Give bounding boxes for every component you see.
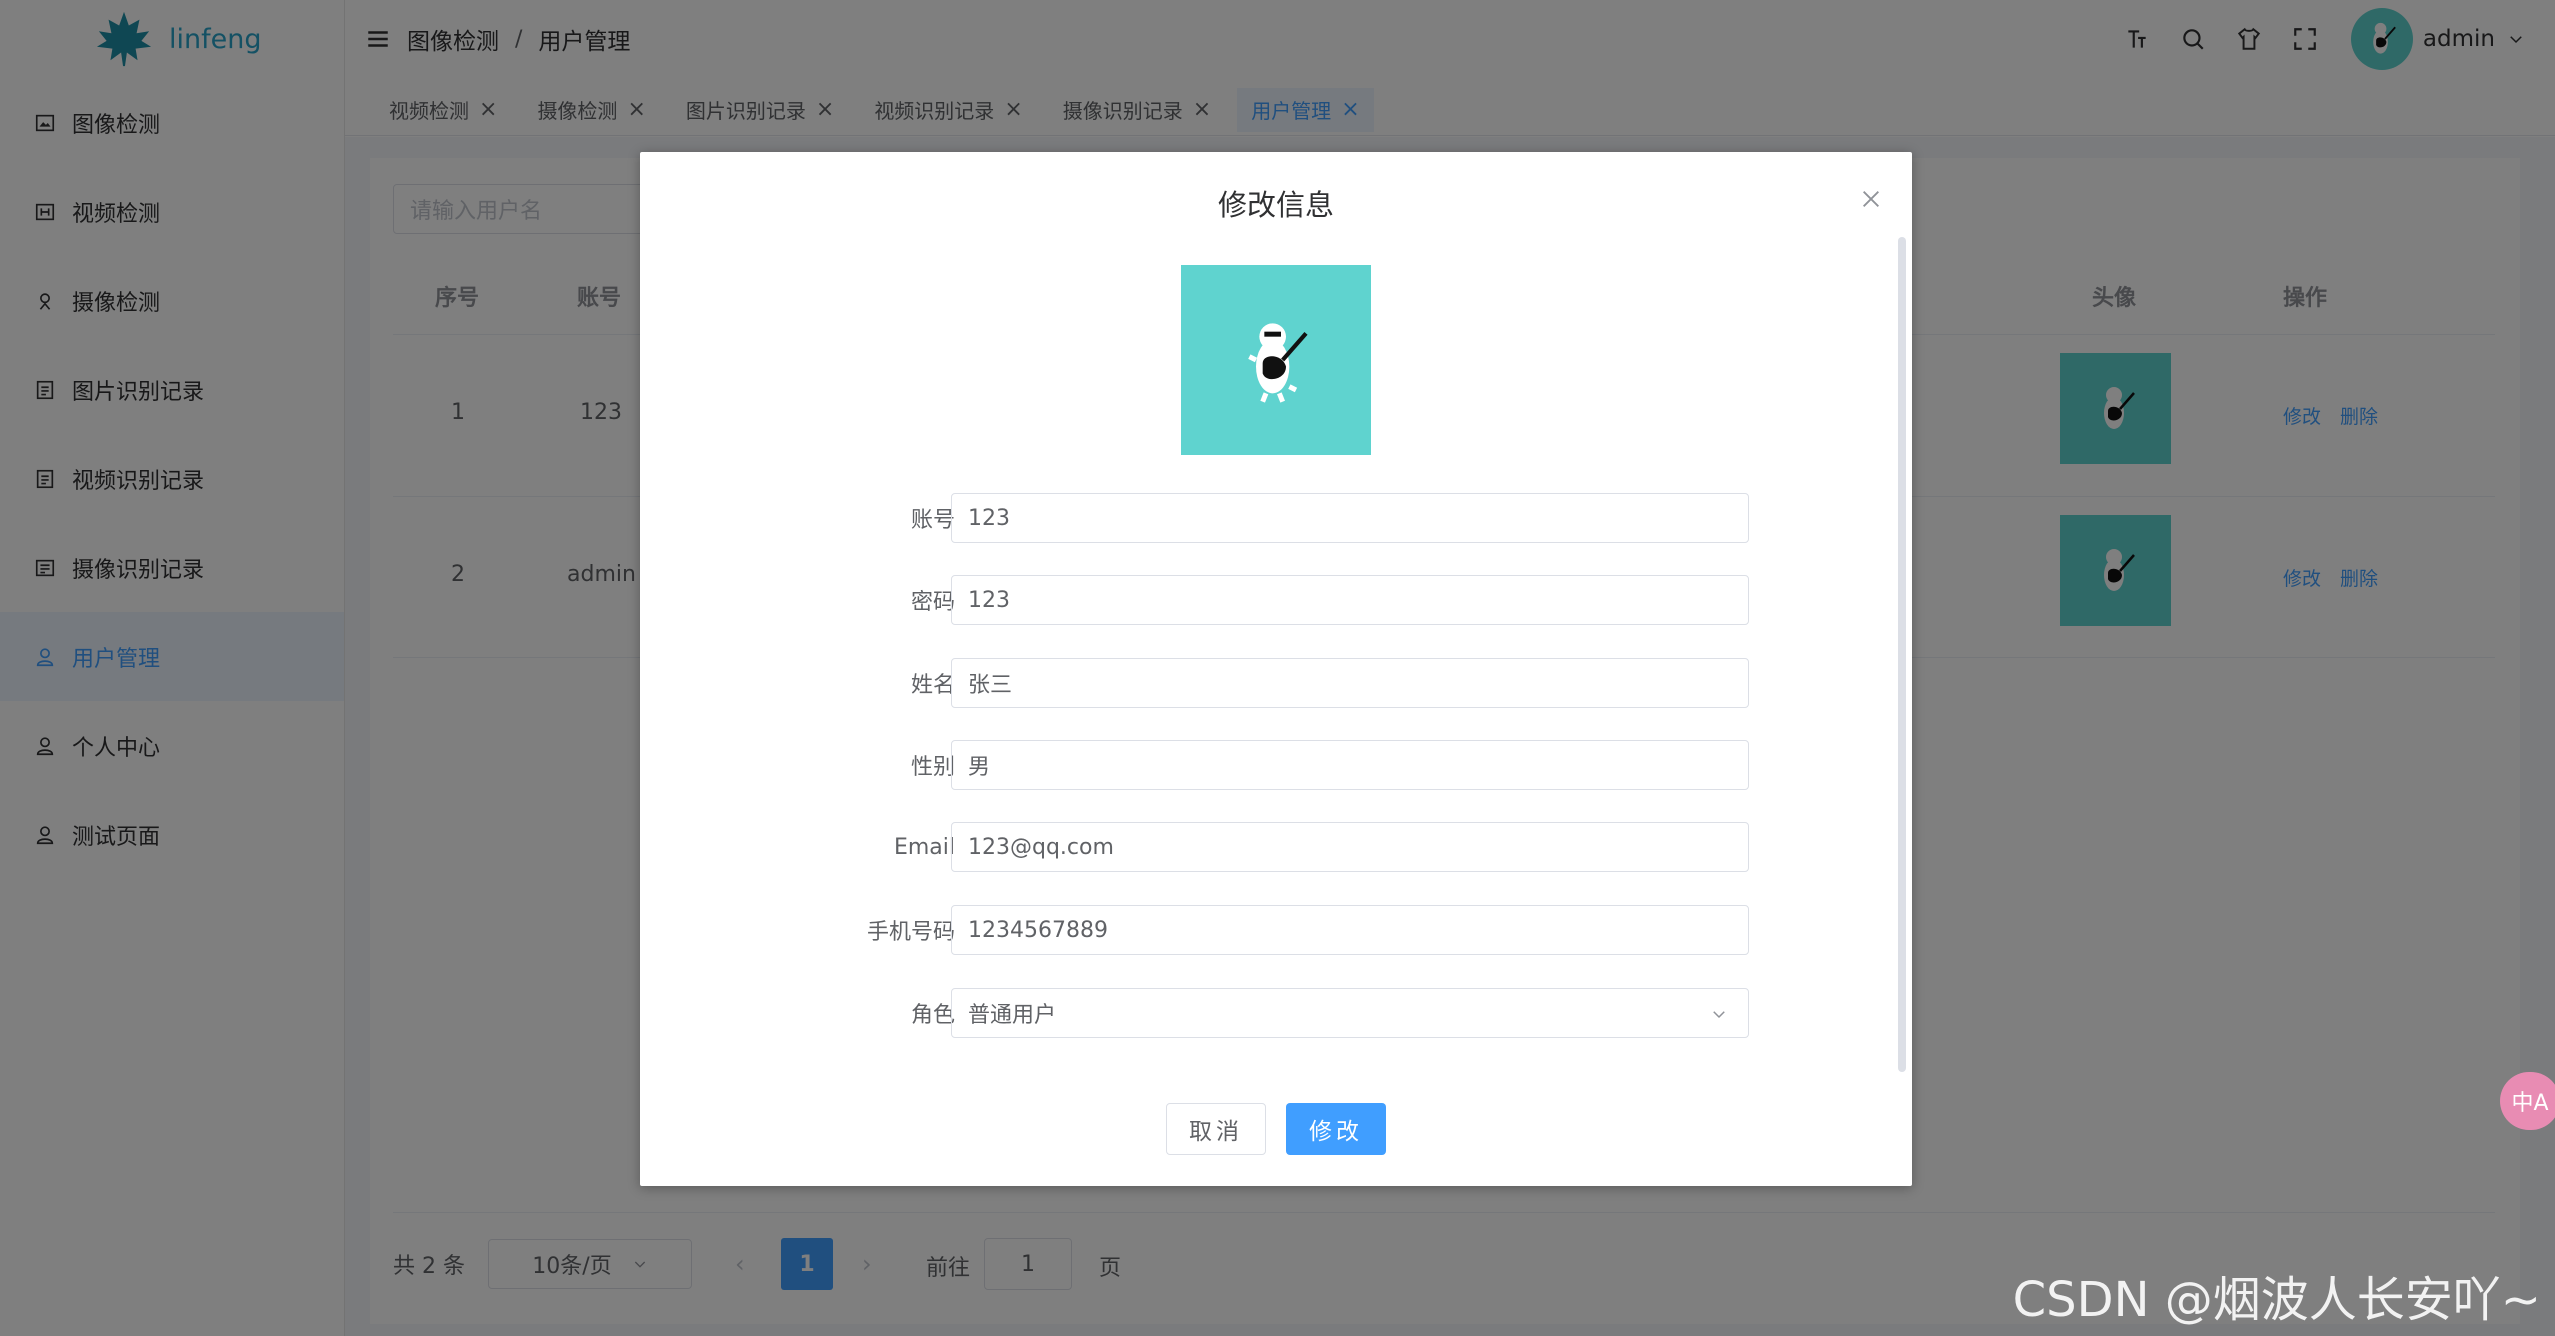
form-row-role: 角色 普通用户: [640, 988, 1912, 1038]
phone-input[interactable]: 1234567889: [951, 905, 1749, 955]
form-row-gender: 性别 男: [640, 740, 1912, 790]
form-row-password: 密码 123: [640, 575, 1912, 625]
field-label: 账号: [910, 508, 955, 533]
dialog-title: 修改信息: [1217, 188, 1334, 222]
submit-edit-button[interactable]: 修改: [1286, 1103, 1386, 1155]
field-label: 手机号码: [866, 920, 955, 945]
email-input[interactable]: 123@qq.com: [951, 822, 1749, 872]
field-label: 姓名: [910, 673, 955, 698]
field-label: 密码: [910, 590, 955, 615]
cancel-button[interactable]: 取消: [1166, 1103, 1266, 1155]
chevron-down-icon: [1713, 1011, 1725, 1019]
field-label: 角色: [910, 1003, 955, 1028]
account-input[interactable]: 123: [951, 493, 1749, 543]
edit-info-dialog: 修改信息 账号 123 密码 123 姓名 张三 性别 男 Email 123@…: [640, 152, 1912, 1186]
password-input[interactable]: 123: [951, 575, 1749, 625]
avatar-character-icon: [1248, 323, 1308, 403]
form-row-account: 账号 123: [640, 493, 1912, 543]
gender-input[interactable]: 男: [951, 740, 1749, 790]
form-row-email: Email 123@qq.com: [640, 822, 1912, 872]
form-row-name: 姓名 张三: [640, 658, 1912, 708]
form-row-phone: 手机号码 1234567889: [640, 905, 1912, 955]
name-input[interactable]: 张三: [951, 658, 1749, 708]
role-select[interactable]: 普通用户: [951, 988, 1749, 1038]
avatar-uploader[interactable]: [1181, 265, 1371, 455]
watermark-text: CSDN @烟波人长安吖~: [2012, 1272, 2541, 1328]
field-label: 性别: [910, 755, 955, 780]
translate-float-button[interactable]: 中A: [2500, 1072, 2555, 1130]
field-label: Email: [893, 834, 955, 860]
close-icon[interactable]: [1860, 188, 1882, 210]
role-select-value: 普通用户: [968, 1003, 1057, 1028]
